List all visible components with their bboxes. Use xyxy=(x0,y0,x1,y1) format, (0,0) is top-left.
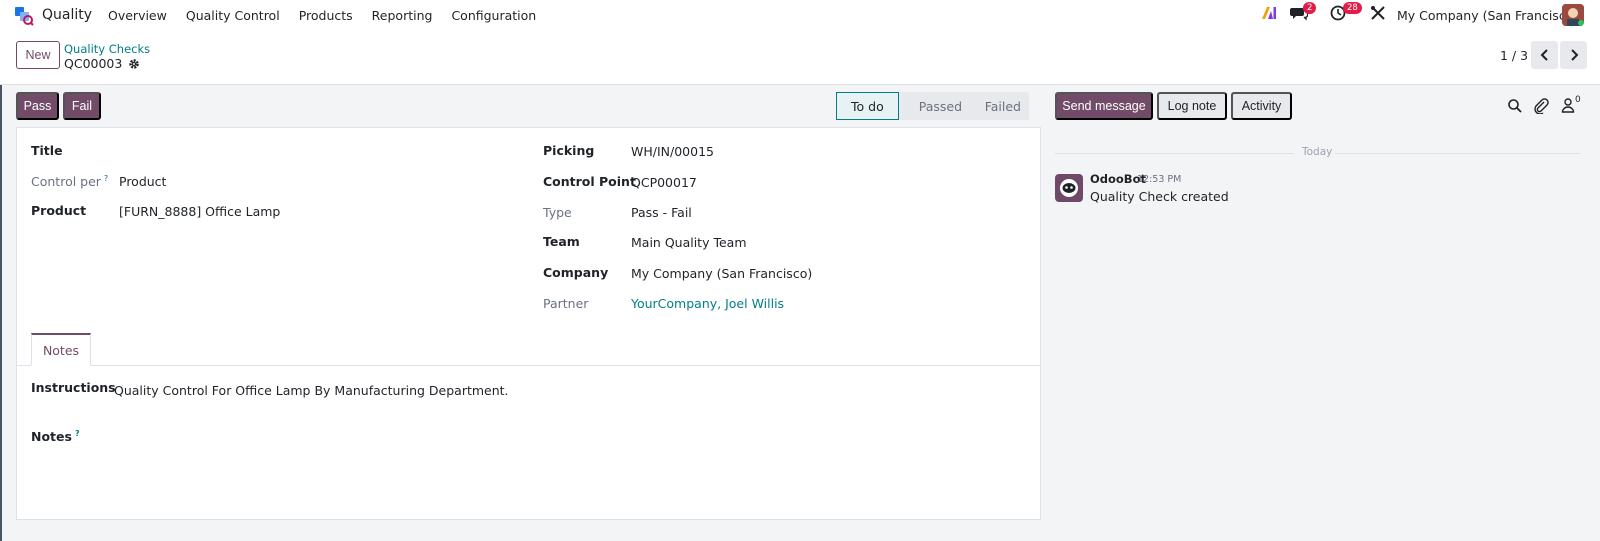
window-left-edge xyxy=(0,31,2,541)
message-time: 12:53 PM xyxy=(1137,174,1182,185)
control-point-value[interactable]: QCP00017 xyxy=(631,175,697,190)
notes-label: Notes? xyxy=(31,429,80,445)
chevron-right-icon xyxy=(1570,49,1578,61)
title-label: Title xyxy=(31,143,63,158)
tab-notes[interactable]: Notes xyxy=(31,333,91,366)
breadcrumb-quality-checks[interactable]: Quality Checks xyxy=(64,42,150,56)
picking-label: Picking xyxy=(543,143,595,158)
control-point-label: Control Point xyxy=(543,174,636,189)
activities-badge: 28 xyxy=(1343,2,1362,14)
help-icon[interactable]: ? xyxy=(104,174,108,183)
breadcrumb-current: QC00003 xyxy=(64,56,140,71)
instructions-label: Instructions xyxy=(31,380,116,395)
stage-pipeline: To do Passed Failed xyxy=(836,92,1029,120)
notebook-tabs: Notes xyxy=(17,333,1040,366)
user-avatar[interactable] xyxy=(1562,4,1584,26)
product-value[interactable]: [FURN_8888] Office Lamp xyxy=(119,204,280,219)
pager-next-button[interactable] xyxy=(1560,41,1587,69)
main-menu: Overview Quality Control Products Report… xyxy=(108,8,555,23)
activity-button[interactable]: Activity xyxy=(1231,92,1292,120)
date-separator-line-right xyxy=(1335,153,1580,154)
menu-products[interactable]: Products xyxy=(299,8,353,23)
search-icon[interactable] xyxy=(1507,98,1523,114)
activities-icon[interactable]: 28 xyxy=(1330,2,1362,21)
company-value[interactable]: My Company (San Francisco) xyxy=(631,266,812,281)
followers-button[interactable]: 0 xyxy=(1561,95,1581,113)
team-value[interactable]: Main Quality Team xyxy=(631,235,747,250)
product-label: Product xyxy=(31,203,87,218)
control-per-label: Control per? xyxy=(31,174,109,190)
date-separator: Today xyxy=(1302,146,1333,158)
partner-value[interactable]: YourCompany, Joel Willis xyxy=(631,296,784,311)
type-value[interactable]: Pass - Fail xyxy=(631,205,692,220)
top-navbar: Quality Overview Quality Control Product… xyxy=(0,0,1600,31)
chevron-left-icon xyxy=(1540,49,1548,61)
help-icon[interactable]: ? xyxy=(75,429,80,438)
company-label: Company xyxy=(543,265,609,280)
menu-quality-control[interactable]: Quality Control xyxy=(186,8,280,23)
record-name: QC00003 xyxy=(64,56,123,71)
quality-app-icon[interactable] xyxy=(14,6,34,26)
pager-previous-button[interactable] xyxy=(1531,41,1558,69)
send-message-button[interactable]: Send message xyxy=(1055,92,1153,120)
type-label: Type xyxy=(543,205,572,220)
paperclip-icon[interactable] xyxy=(1533,98,1549,114)
menu-configuration[interactable]: Configuration xyxy=(451,8,536,23)
pass-button[interactable]: Pass xyxy=(16,92,59,120)
messages-badge: 2 xyxy=(1303,2,1317,14)
form-sheet: Title Control per? Product Product [FURN… xyxy=(16,127,1041,520)
followers-count: 0 xyxy=(1575,95,1581,105)
gear-icon[interactable] xyxy=(128,58,140,70)
menu-overview[interactable]: Overview xyxy=(108,8,167,23)
menu-reporting[interactable]: Reporting xyxy=(372,8,433,23)
control-per-value[interactable]: Product xyxy=(119,174,166,189)
company-switcher[interactable]: My Company (San Francisco) xyxy=(1397,8,1578,23)
user-icon xyxy=(1561,98,1575,113)
app-name[interactable]: Quality xyxy=(42,7,92,23)
picking-value[interactable]: WH/IN/00015 xyxy=(631,144,714,159)
date-separator-line-left xyxy=(1055,153,1294,154)
log-note-button[interactable]: Log note xyxy=(1157,92,1227,120)
fail-button[interactable]: Fail xyxy=(63,92,101,120)
debug-tools-icon[interactable] xyxy=(1370,5,1386,21)
stage-failed[interactable]: Failed xyxy=(964,92,1029,120)
odoobot-avatar xyxy=(1055,174,1083,202)
messages-icon[interactable]: 2 xyxy=(1290,2,1317,21)
stage-passed[interactable]: Passed xyxy=(898,92,965,120)
pager-value[interactable]: 1 / 3 xyxy=(1500,48,1528,63)
control-panel: New Quality Checks QC00003 1 / 3 xyxy=(0,31,1600,85)
message-body: Quality Check created xyxy=(1090,189,1229,204)
stage-to-do[interactable]: To do xyxy=(836,92,899,120)
instructions-value[interactable]: Quality Control For Office Lamp By Manuf… xyxy=(114,383,509,398)
ai-icon[interactable] xyxy=(1261,5,1277,21)
new-button[interactable]: New xyxy=(16,41,60,69)
team-label: Team xyxy=(543,234,580,249)
partner-label: Partner xyxy=(543,296,589,311)
